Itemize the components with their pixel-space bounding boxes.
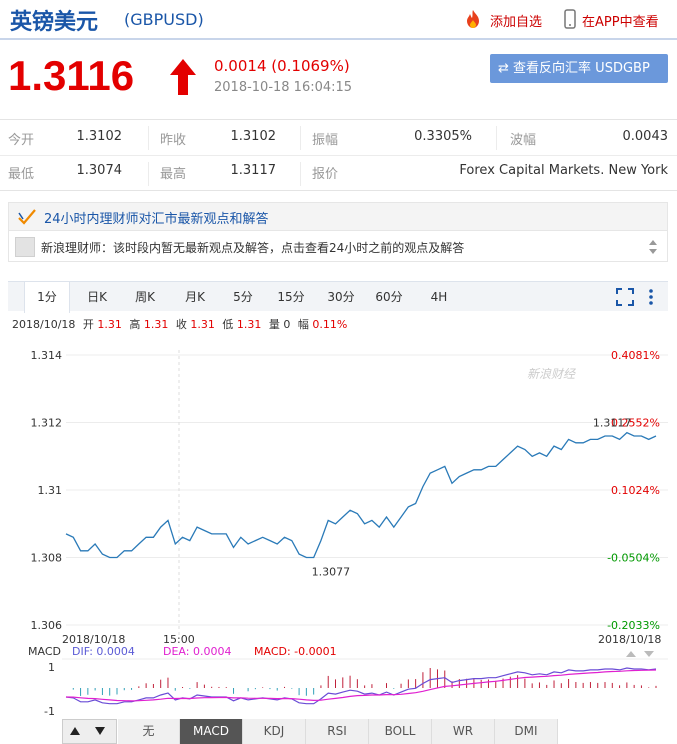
info-volume-label: 量 [268, 318, 280, 331]
symbol-code: (GBPUSD) [124, 10, 204, 29]
indicator-tab-boll[interactable]: BOLL [369, 719, 432, 744]
sina-watermark: 新浪财经 [527, 367, 577, 381]
phone-icon [564, 9, 576, 33]
dea-line [65, 669, 657, 702]
open-label: 今开 [8, 133, 35, 148]
more-menu-icon[interactable] [648, 288, 654, 310]
advisor-message[interactable]: 新浪理财师：该时段内暂无最新观点及解答，点击查看24小时之前的观点及解答 [41, 239, 464, 256]
ohlc-info-bar: 2018/10/18 开 1.31 高 1.31 收 1.31 低 1.31 量… [12, 316, 347, 332]
advisor-panel: 24小时内理财师对汇市最新观点和解答 新浪理财师：该时段内暂无最新观点及解答，点… [8, 202, 668, 262]
price-series-line [65, 431, 657, 559]
indicator-tab-none[interactable]: 无 [118, 719, 180, 744]
info-pct-value: 0.11% [312, 318, 348, 331]
scroll-arrows-icon[interactable] [647, 237, 659, 261]
info-low-value: 1.31 [236, 318, 262, 331]
y-tick-label: 1.312 [31, 417, 63, 430]
add-watchlist-link[interactable]: 添加自选 [490, 11, 542, 30]
quote-source-label: 报价 [312, 167, 339, 182]
macd-dea: DEA: 0.0004 [163, 645, 231, 658]
y-tick-label: 1.314 [31, 349, 63, 362]
range-label: 波幅 [510, 133, 537, 148]
page-title: 英镑美元 [10, 10, 99, 35]
info-open-value: 1.31 [97, 318, 122, 331]
arrow-down-icon[interactable] [93, 723, 107, 743]
indicator-tab-wr[interactable]: WR [432, 719, 495, 744]
pct-tick-label: -0.0504% [607, 552, 660, 565]
info-open-label: 开 [82, 318, 94, 331]
prev-close-value: 1.3102 [230, 129, 277, 144]
macd-value: MACD: -0.0001 [254, 645, 337, 658]
indicator-tab-kdj[interactable]: KDJ [243, 719, 306, 744]
amplitude-value: 0.3305% [414, 129, 472, 144]
arrow-up-icon[interactable] [68, 723, 82, 743]
macd-toggle-icon[interactable] [626, 651, 654, 657]
trend-check-icon [17, 207, 37, 231]
open-value: 1.3102 [76, 129, 123, 144]
x-label-end: 2018/10/18 [598, 633, 661, 646]
intraday-chart[interactable]: 新浪财经 1.3141.3121.311.3081.306 0.4081%0.2… [0, 335, 677, 715]
tab-daily[interactable]: 日K [74, 282, 120, 312]
current-price: 1.3116 [8, 52, 135, 99]
pct-tick-label: 0.4081% [611, 349, 660, 362]
pct-tick-label: 0.1024% [611, 484, 660, 497]
y-tick-label: 1.306 [31, 619, 63, 632]
macd-dif: DIF: 0.0004 [72, 645, 135, 658]
macd-y-top: 1 [48, 661, 55, 674]
dif-line [65, 667, 657, 705]
tab-4h[interactable]: 4H [416, 282, 462, 312]
tab-monthly[interactable]: 月K [172, 282, 218, 312]
reverse-rate-button[interactable]: ⇄ 查看反向汇率 USDGBP [490, 54, 668, 83]
info-close-value: 1.31 [190, 318, 215, 331]
amplitude-label: 振幅 [312, 133, 339, 148]
tab-60min[interactable]: 60分 [366, 282, 412, 312]
y-tick-label: 1.308 [31, 552, 63, 565]
tab-15min[interactable]: 15分 [268, 282, 314, 312]
info-high-label: 高 [129, 318, 141, 331]
avatar [15, 237, 35, 257]
info-close-label: 收 [175, 318, 187, 331]
header-bar: 英镑美元 (GBPUSD) 添加自选 在APP中查看 [0, 0, 677, 40]
indicator-tab-dmi[interactable]: DMI [495, 719, 558, 744]
indicator-tab-rsi[interactable]: RSI [306, 719, 369, 744]
fire-icon [464, 9, 482, 33]
tab-weekly[interactable]: 周K [122, 282, 168, 312]
info-high-value: 1.31 [143, 318, 169, 331]
price-change: 0.0014 (0.1069%) [214, 57, 350, 75]
indicator-tabs: 无 MACD KDJ RSI BOLL WR DMI [118, 719, 558, 744]
y-tick-label: 1.31 [38, 484, 63, 497]
up-arrow-icon [168, 57, 198, 101]
tab-1min[interactable]: 1分 [24, 282, 70, 313]
high-value: 1.3117 [230, 163, 277, 178]
quote-time: 2018-10-18 16:04:15 [214, 80, 353, 95]
tab-30min[interactable]: 30分 [318, 282, 364, 312]
low-value: 1.3074 [76, 163, 123, 178]
advisor-title[interactable]: 24小时内理财师对汇市最新观点和解答 [44, 208, 269, 227]
info-low-label: 低 [222, 318, 234, 331]
reverse-rate-label: 查看反向汇率 USDGBP [513, 61, 650, 76]
info-pct-label: 幅 [297, 318, 309, 331]
pct-tick-label: -0.2033% [607, 619, 660, 632]
low-annotation: 1.3077 [312, 566, 351, 579]
info-date: 2018/10/18 [12, 318, 76, 331]
indicator-arrows [62, 719, 117, 744]
high-annotation: 1.3117 [593, 417, 632, 430]
macd-y-bottom: -1 [44, 705, 55, 715]
macd-label: MACD [28, 645, 61, 658]
fullscreen-icon[interactable] [616, 288, 634, 310]
high-label: 最高 [160, 167, 187, 182]
stats-table: 今开 1.3102 昨收 1.3102 振幅 0.3305% 波幅 0.0043… [0, 119, 677, 191]
prev-close-label: 昨收 [160, 133, 187, 148]
chart-period-tabs: 1分 日K 周K 月K 5分 15分 30分 60分 4H [8, 281, 668, 313]
swap-icon: ⇄ [498, 61, 509, 76]
indicator-tab-macd[interactable]: MACD [180, 719, 243, 744]
range-value: 0.0043 [622, 129, 669, 144]
view-in-app-link[interactable]: 在APP中查看 [582, 11, 659, 30]
tab-5min[interactable]: 5分 [220, 282, 266, 312]
quote-source-value: Forex Capital Markets. New York [459, 163, 668, 178]
low-label: 最低 [8, 167, 35, 182]
info-volume-value: 0 [283, 318, 291, 331]
